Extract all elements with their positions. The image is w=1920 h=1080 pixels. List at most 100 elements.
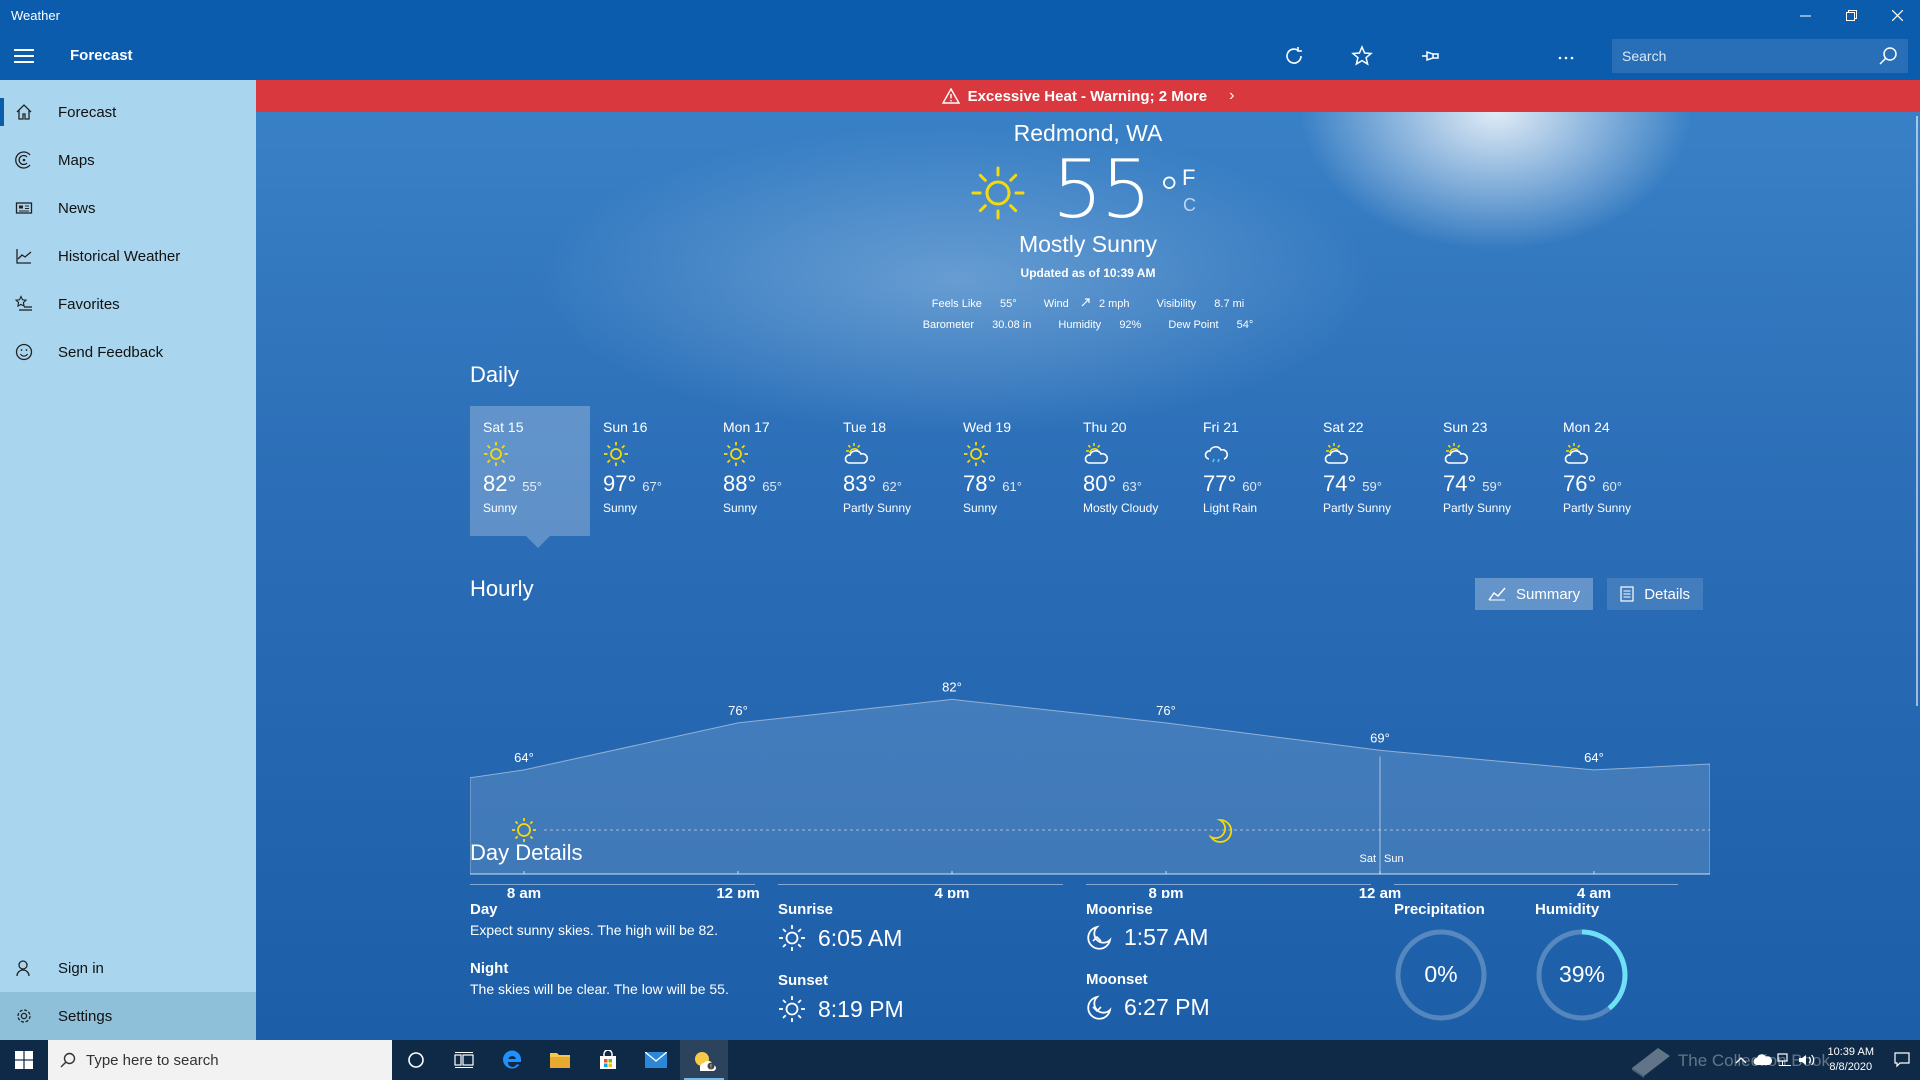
mail-button[interactable] (632, 1040, 680, 1080)
day-condition-icon (1323, 441, 1430, 469)
sidebar-item-news[interactable]: News (0, 184, 256, 232)
daily-forecast-day[interactable]: Mon 24 76° 60° Partly Sunny (1550, 406, 1670, 536)
sidebar-item-forecast[interactable]: Forecast (0, 88, 256, 136)
summary-button[interactable]: Summary (1475, 578, 1594, 610)
unit-celsius-toggle[interactable]: C (1183, 195, 1196, 216)
taskbar-search-input[interactable] (86, 1051, 366, 1069)
day-low: 65° (762, 479, 782, 494)
weather-app-button[interactable]: ! (680, 1040, 728, 1080)
sunset-label: Sunset (778, 972, 829, 989)
task-view-button[interactable] (440, 1040, 488, 1080)
day-condition: Sunny (723, 501, 758, 515)
sidebar-item-historical-weather[interactable]: Historical Weather (0, 232, 256, 280)
partly-sunny-icon (1084, 443, 1108, 464)
day-condition-icon (603, 441, 710, 469)
daily-forecast-day[interactable]: Mon 17 88° 65° Sunny (710, 406, 830, 536)
day-name: Tue 18 (843, 419, 887, 435)
close-button[interactable] (1874, 0, 1920, 31)
gear-icon (17, 1009, 31, 1023)
day-name: Sun 23 (1443, 419, 1488, 435)
list-icon (1620, 586, 1634, 602)
barometer-label: Barometer (922, 319, 975, 331)
sidebar-item-favorites[interactable]: Favorites (0, 280, 256, 328)
taskbar-search[interactable] (48, 1040, 392, 1080)
refresh-button[interactable] (1260, 31, 1328, 80)
minimize-button[interactable] (1782, 0, 1828, 31)
day-condition-icon (1443, 441, 1550, 469)
barometer-value: 30.08 in (992, 319, 1032, 331)
daily-forecast-day[interactable]: Wed 19 78° 61° Sunny (950, 406, 1070, 536)
hamburger-menu-button[interactable] (0, 31, 48, 80)
day-high: 74° (1323, 471, 1357, 496)
sidebar-item-send-feedback[interactable]: Send Feedback (0, 328, 256, 376)
edge-button[interactable] (488, 1040, 536, 1080)
more-options-button[interactable] (1532, 31, 1600, 80)
weather-alert-banner[interactable]: Excessive Heat - Warning; 2 More › (256, 80, 1920, 112)
pin-icon (1422, 50, 1439, 61)
file-explorer-button[interactable] (536, 1040, 584, 1080)
daily-forecast-day[interactable]: Sun 16 97° 67° Sunny (590, 406, 710, 536)
maps-icon (15, 151, 31, 169)
taskbar-clock[interactable]: 10:39 AM 8/8/2020 (1828, 1045, 1874, 1075)
daily-forecast-day[interactable]: Thu 20 80° 63° Mostly Cloudy (1070, 406, 1190, 536)
favorite-button[interactable] (1328, 31, 1396, 80)
settings-button[interactable]: Settings (0, 992, 256, 1040)
day-condition: Partly Sunny (843, 501, 912, 515)
minimize-icon (1799, 15, 1811, 17)
star-icon (1351, 44, 1373, 66)
day-condition: Sunny (963, 501, 998, 515)
moonset-time: 6:27 PM (1124, 994, 1210, 1020)
day-condition-icon (963, 441, 1070, 469)
person-icon (16, 960, 30, 977)
search-box[interactable] (1612, 38, 1908, 73)
day-condition: Sunny (483, 501, 518, 515)
temperature-point-label: 64° (514, 750, 534, 765)
daily-forecast: Sat 15 82° 55° Sunny Sun 16 97° 67° Sunny Mon 17… (470, 406, 1670, 536)
day-high: 80° (1083, 471, 1117, 496)
cortana-button[interactable] (392, 1040, 440, 1080)
updated-time: Updated as of 10:39 AM (1020, 266, 1156, 280)
temperature-point-label: 82° (942, 679, 962, 694)
alert-text: Excessive Heat - Warning; 2 More (967, 87, 1208, 105)
feels-like-value: 55° (1000, 298, 1017, 310)
search-input[interactable] (1622, 47, 1878, 64)
feels-like-label: Feels Like (931, 298, 982, 310)
divider (470, 884, 755, 885)
partly-sunny-icon (1444, 443, 1468, 464)
dew-point-value: 54° (1236, 319, 1254, 331)
dark-mode-button[interactable] (1464, 31, 1532, 80)
moonrise-icon (1087, 925, 1112, 950)
search-icon (1879, 46, 1897, 65)
restore-button[interactable] (1828, 0, 1874, 31)
daily-forecast-day[interactable]: Tue 18 83° 62° Partly Sunny (830, 406, 950, 536)
pin-button[interactable] (1396, 31, 1464, 80)
wind-label: Wind (1043, 298, 1069, 310)
sunset-time: 8:19 PM (818, 995, 904, 1022)
daily-forecast-day[interactable]: Sat 15 82° 55° Sunny (470, 406, 590, 536)
window-title: Weather (11, 8, 60, 23)
light-rain-icon (1204, 446, 1228, 463)
day-low: 59° (1362, 479, 1382, 494)
precipitation-ring: 0% (1394, 928, 1488, 1022)
day-name: Mon 24 (1563, 419, 1610, 435)
temperature-point-label: 76° (728, 703, 748, 718)
divider (778, 884, 1063, 885)
day-low: 61° (1002, 479, 1022, 494)
action-center-button[interactable] (1884, 1052, 1920, 1068)
day-low: 67° (642, 479, 662, 494)
divider (1394, 884, 1678, 885)
start-button[interactable] (0, 1040, 48, 1080)
sign-in-button[interactable]: Sign in (0, 944, 256, 992)
day-name: Sun 16 (603, 419, 648, 435)
unit-fahrenheit-toggle[interactable]: F (1182, 165, 1195, 191)
search-icon (60, 1052, 76, 1068)
daily-forecast-day[interactable]: Sat 22 74° 59° Partly Sunny (1310, 406, 1430, 536)
day-name: Sat 15 (483, 419, 524, 435)
daily-forecast-day[interactable]: Sun 23 74° 59° Partly Sunny (1430, 406, 1550, 536)
details-button[interactable]: Details (1607, 578, 1704, 610)
store-button[interactable] (584, 1040, 632, 1080)
sidebar-item-maps[interactable]: Maps (0, 136, 256, 184)
watermark: The Collection Book (1628, 1044, 1830, 1078)
daily-forecast-day[interactable]: Fri 21 77° 60° Light Rain (1190, 406, 1310, 536)
settings-label: Settings (58, 1007, 113, 1025)
